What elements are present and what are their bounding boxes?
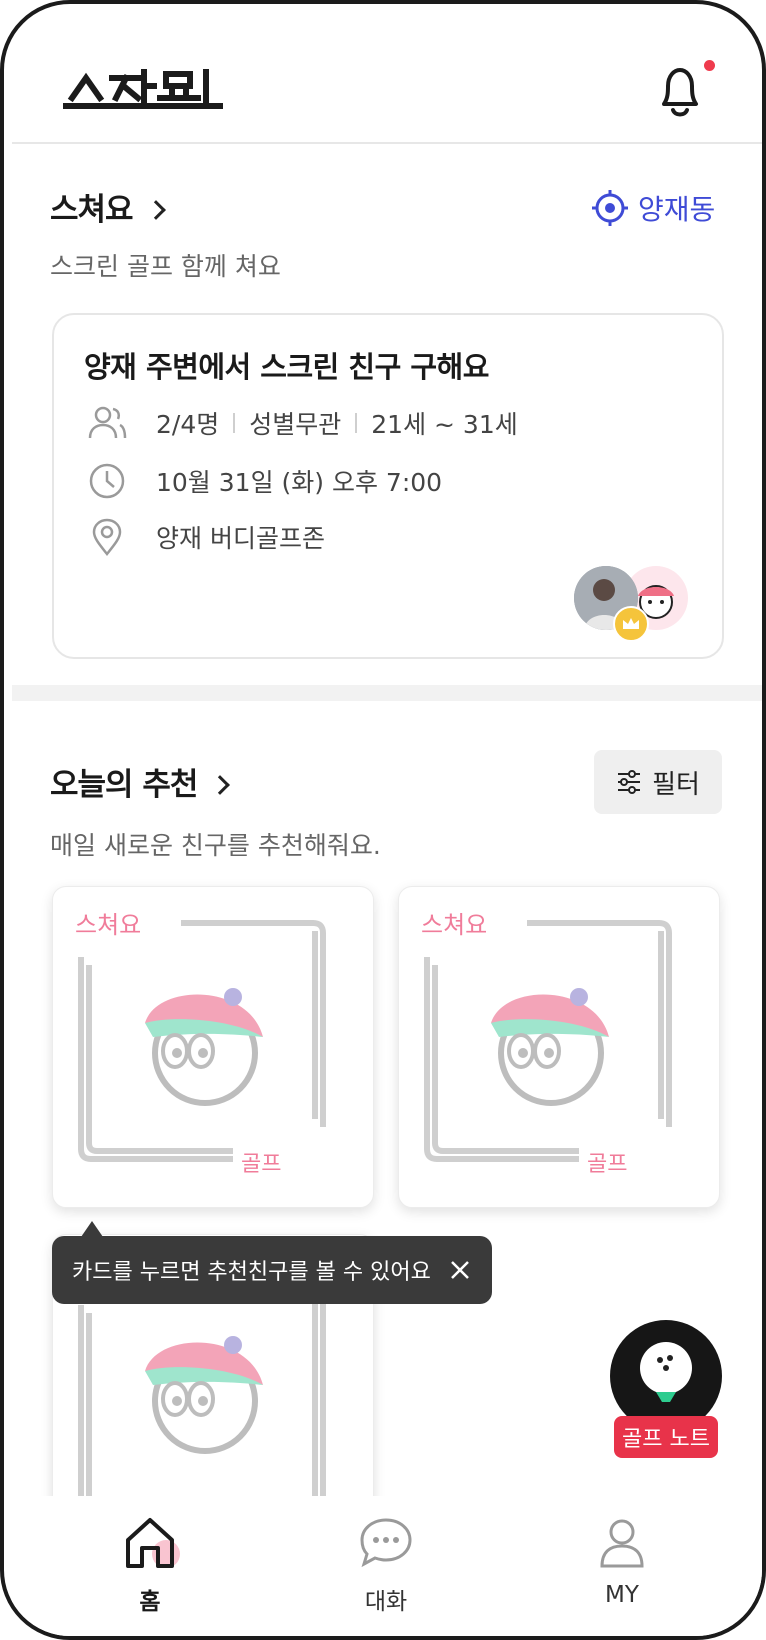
section-title-recommend[interactable]: 오늘의 추천 (50, 759, 231, 804)
section-title-meetups[interactable]: 스쳐요 (50, 184, 166, 229)
section-title-label: 스쳐요 (50, 192, 134, 228)
svg-text:골프: 골프 (241, 1152, 281, 1177)
tooltip-arrow (81, 1221, 103, 1237)
filter-button[interactable]: 필터 (594, 750, 722, 814)
tab-home[interactable]: 홈 (70, 1514, 230, 1616)
location-selector[interactable]: 양재동 (590, 188, 715, 228)
mascot-placeholder-icon: 스쳐요 골프 (75, 911, 326, 1177)
clock-icon (86, 460, 128, 502)
meetup-members: 2/4명 (156, 410, 220, 439)
section-title-label: 오늘의 추천 (50, 767, 198, 803)
bottom-tab-bar: 홈 대화 MY (12, 1496, 762, 1636)
section-separator (12, 685, 762, 701)
filter-label: 필터 (652, 769, 700, 800)
tooltip-text: 카드를 누르면 추천친구를 볼 수 있어요 (72, 1260, 431, 1285)
svg-text:스쳐요: 스쳐요 (421, 911, 487, 939)
sliders-icon (618, 770, 641, 794)
meetup-place-row: 양재 버디골프존 (86, 516, 325, 558)
recommend-card[interactable]: 스쳐요 골프 (398, 886, 720, 1208)
app-frame: 스쳐요 스크린 골프 함께 쳐요 양재동 양재 주변에서 스크린 친구 구해요 … (0, 0, 766, 1640)
tab-label: 대화 (364, 1589, 408, 1615)
divider (233, 413, 236, 433)
map-pin-icon (86, 516, 128, 558)
tab-label: 홈 (139, 1589, 161, 1615)
section-subtitle: 매일 새로운 친구를 추천해줘요. (50, 831, 381, 860)
recommend-tooltip: 카드를 누르면 추천친구를 볼 수 있어요 (52, 1236, 492, 1304)
tab-label: MY (605, 1582, 639, 1608)
meetup-time-row: 10월 31일 (화) 오후 7:00 (86, 460, 442, 502)
meetup-age: 21세 ~ 31세 (371, 410, 518, 439)
header-divider (12, 142, 762, 144)
section-subtitle: 스크린 골프 함께 쳐요 (50, 252, 281, 281)
host-crown-icon (613, 606, 649, 642)
meetup-datetime: 10월 31일 (화) 오후 7:00 (156, 468, 443, 497)
notification-dot (704, 60, 715, 71)
notification-bell-icon[interactable] (656, 64, 704, 120)
chat-icon (360, 1518, 412, 1568)
chevron-right-icon (210, 775, 231, 795)
user-icon (600, 1519, 644, 1568)
home-icon (126, 1518, 180, 1568)
location-target-icon (592, 190, 628, 226)
meetup-card-title: 양재 주변에서 스크린 친구 구해요 (84, 350, 489, 384)
meetup-gender: 성별무관 (249, 410, 342, 439)
close-icon[interactable] (448, 1258, 472, 1282)
app-logo (60, 64, 230, 116)
people-icon (86, 402, 128, 444)
mascot-placeholder-icon: 스쳐요 골프 (421, 911, 672, 1177)
divider (355, 413, 358, 433)
location-label: 양재동 (638, 193, 716, 226)
chevron-right-icon (145, 200, 166, 220)
golf-note-label[interactable]: 골프 노트 (614, 1416, 718, 1458)
svg-text:스쳐요: 스쳐요 (75, 911, 141, 939)
recommend-card[interactable]: 스쳐요 골프 (52, 886, 374, 1208)
meetup-members-row: 2/4명 성별무관 21세 ~ 31세 (86, 402, 518, 444)
meetup-place: 양재 버디골프존 (156, 524, 325, 553)
svg-text:골프: 골프 (587, 1152, 627, 1177)
tab-chat[interactable]: 대화 (306, 1514, 466, 1616)
tab-my[interactable]: MY (542, 1514, 702, 1608)
